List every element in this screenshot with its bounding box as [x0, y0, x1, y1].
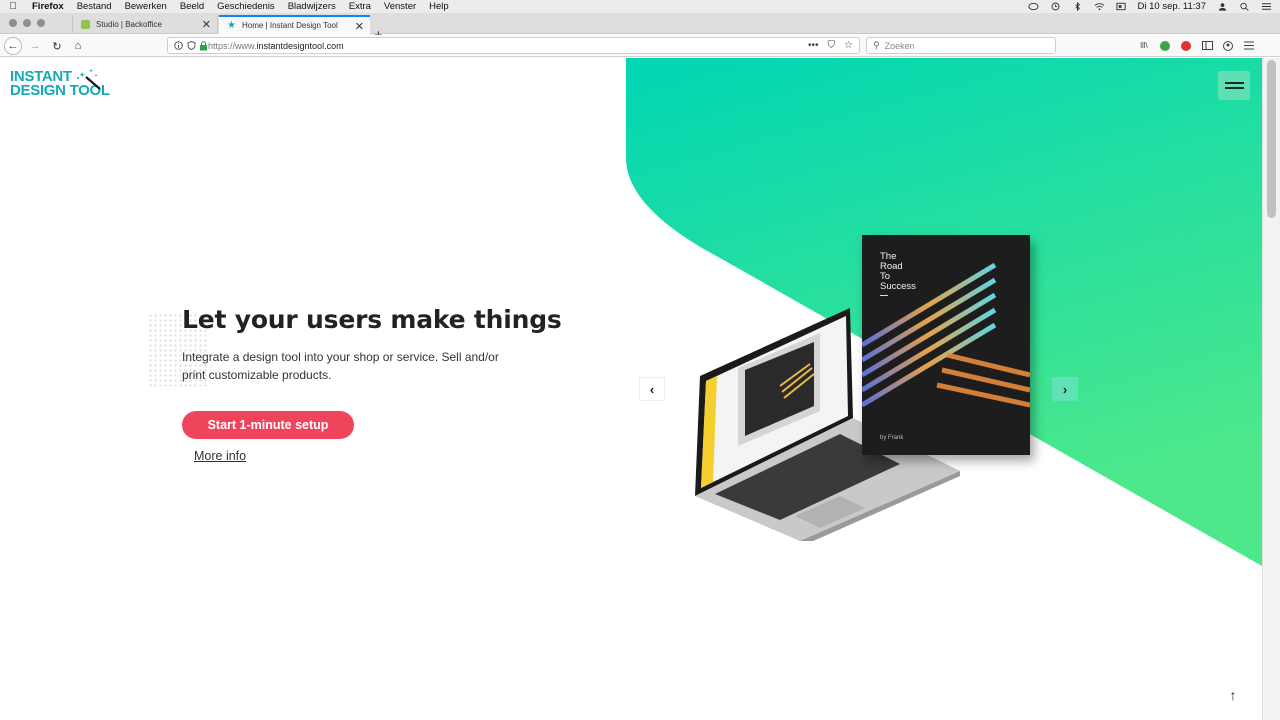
hero-description: Integrate a design tool into your shop o… [182, 350, 499, 382]
tab-instant-design-tool[interactable]: ★ Home | Instant Design Tool ✕ [219, 15, 370, 34]
account-icon[interactable] [1222, 40, 1234, 51]
studio-favicon-icon [81, 20, 90, 29]
menu-bestand[interactable]: Bestand [77, 1, 112, 12]
menu-bewerken[interactable]: Bewerken [125, 1, 167, 12]
star-favicon-icon: ★ [227, 20, 236, 31]
carousel-next-button[interactable]: › [1052, 377, 1078, 401]
navigation-toolbar: ← → ↻ ⌂ https://www.instantdesigntool.co… [0, 35, 1280, 57]
carousel-prev-button[interactable]: ‹ [639, 377, 665, 401]
menubar-clock[interactable]: Di 10 sep. 11:37 [1138, 1, 1206, 12]
time-machine-icon[interactable] [1050, 2, 1061, 11]
bluetooth-icon[interactable] [1072, 2, 1083, 11]
reload-icon[interactable]: ↻ [48, 37, 66, 55]
instant-design-tool-logo[interactable]: INSTANT DESIGN TOOL [10, 69, 110, 98]
tracking-shield-icon[interactable] [187, 41, 196, 50]
home-icon[interactable]: ⌂ [69, 37, 87, 55]
url-text: https://www.instantdesigntool.com [208, 41, 344, 51]
book-author: by Frank [880, 435, 904, 441]
extension-green-icon[interactable] [1159, 40, 1171, 51]
notification-center-icon[interactable] [1261, 2, 1272, 11]
book-cover: The Road To Success by Frank [862, 235, 1030, 455]
hero-headline: Let your users make things [182, 305, 562, 334]
sidebar-toggle-icon[interactable] [1201, 40, 1213, 51]
chevron-right-icon: › [1062, 381, 1068, 397]
menu-app-name[interactable]: Firefox [32, 1, 64, 12]
tab-label: Home | Instant Design Tool [242, 21, 338, 30]
menu-extra[interactable]: Extra [349, 1, 371, 12]
search-bar[interactable]: ⚲ Zoeken [866, 37, 1056, 54]
user-icon[interactable] [1217, 2, 1228, 11]
minimize-window-icon[interactable] [23, 19, 31, 27]
menu-beeld[interactable]: Beeld [180, 1, 204, 12]
url-prefix: https://www. [208, 40, 257, 51]
close-tab-icon[interactable]: ✕ [355, 20, 364, 33]
menu-line-icon [1224, 87, 1244, 89]
book-title-word: Success [880, 281, 916, 292]
hamburger-menu-icon[interactable] [1243, 40, 1255, 51]
url-domain: instantdesigntool.com [256, 40, 344, 51]
menu-line-icon [1224, 82, 1244, 84]
tab-strip: Studio | Backoffice ✕ ★ Home | Instant D… [0, 13, 1280, 44]
magic-wand-icon [77, 69, 101, 90]
menu-geschiedenis[interactable]: Geschiedenis [217, 1, 275, 12]
lock-icon[interactable] [199, 41, 208, 51]
close-tab-icon[interactable]: ✕ [202, 18, 211, 31]
page-actions-icon[interactable]: ••• [808, 40, 819, 51]
tab-studio-backoffice[interactable]: Studio | Backoffice ✕ [72, 15, 218, 34]
menu-bladwijzers[interactable]: Bladwijzers [288, 1, 336, 12]
pocket-icon[interactable]: ⛉ [828, 40, 836, 51]
wifi-icon[interactable] [1094, 2, 1105, 11]
library-icon[interactable]: lll\ [1138, 40, 1150, 51]
chevron-left-icon: ‹ [649, 381, 655, 397]
search-icon: ⚲ [873, 40, 880, 50]
battery-icon[interactable] [1115, 2, 1127, 11]
more-info-link[interactable]: More info [194, 449, 246, 463]
site-menu-button[interactable] [1218, 71, 1250, 100]
web-page: INSTANT DESIGN TOOL Let your users make … [0, 58, 1262, 720]
adblock-icon[interactable] [1180, 40, 1192, 51]
apple-icon[interactable]:  [8, 1, 18, 12]
close-window-icon[interactable] [9, 19, 17, 27]
back-arrow-icon[interactable]: ← [4, 37, 22, 55]
spotlight-icon[interactable] [1239, 2, 1250, 11]
menu-help[interactable]: Help [429, 1, 449, 12]
book-title: The Road To Success [880, 252, 940, 292]
window-controls [9, 19, 45, 27]
page-scrollbar[interactable] [1262, 58, 1280, 720]
creative-cloud-icon[interactable] [1027, 2, 1039, 11]
arrow-up-icon: ↑ [1229, 687, 1237, 703]
bookmark-star-icon[interactable]: ☆ [844, 40, 853, 51]
start-setup-button[interactable]: Start 1-minute setup [182, 411, 354, 439]
tab-label: Studio | Backoffice [96, 20, 162, 29]
zoom-window-icon[interactable] [37, 19, 45, 27]
scrollbar-thumb[interactable] [1267, 60, 1276, 218]
os-menubar:  Firefox Bestand Bewerken Beeld Geschie… [0, 0, 1280, 13]
url-bar[interactable]: https://www.instantdesigntool.com ••• ⛉ … [167, 37, 860, 54]
info-icon[interactable] [174, 41, 183, 50]
scroll-to-top-button[interactable]: ↑ [1223, 685, 1243, 705]
menu-venster[interactable]: Venster [384, 1, 416, 12]
book-divider [880, 295, 888, 296]
forward-arrow-icon[interactable]: → [26, 37, 44, 55]
search-placeholder: Zoeken [884, 40, 915, 51]
